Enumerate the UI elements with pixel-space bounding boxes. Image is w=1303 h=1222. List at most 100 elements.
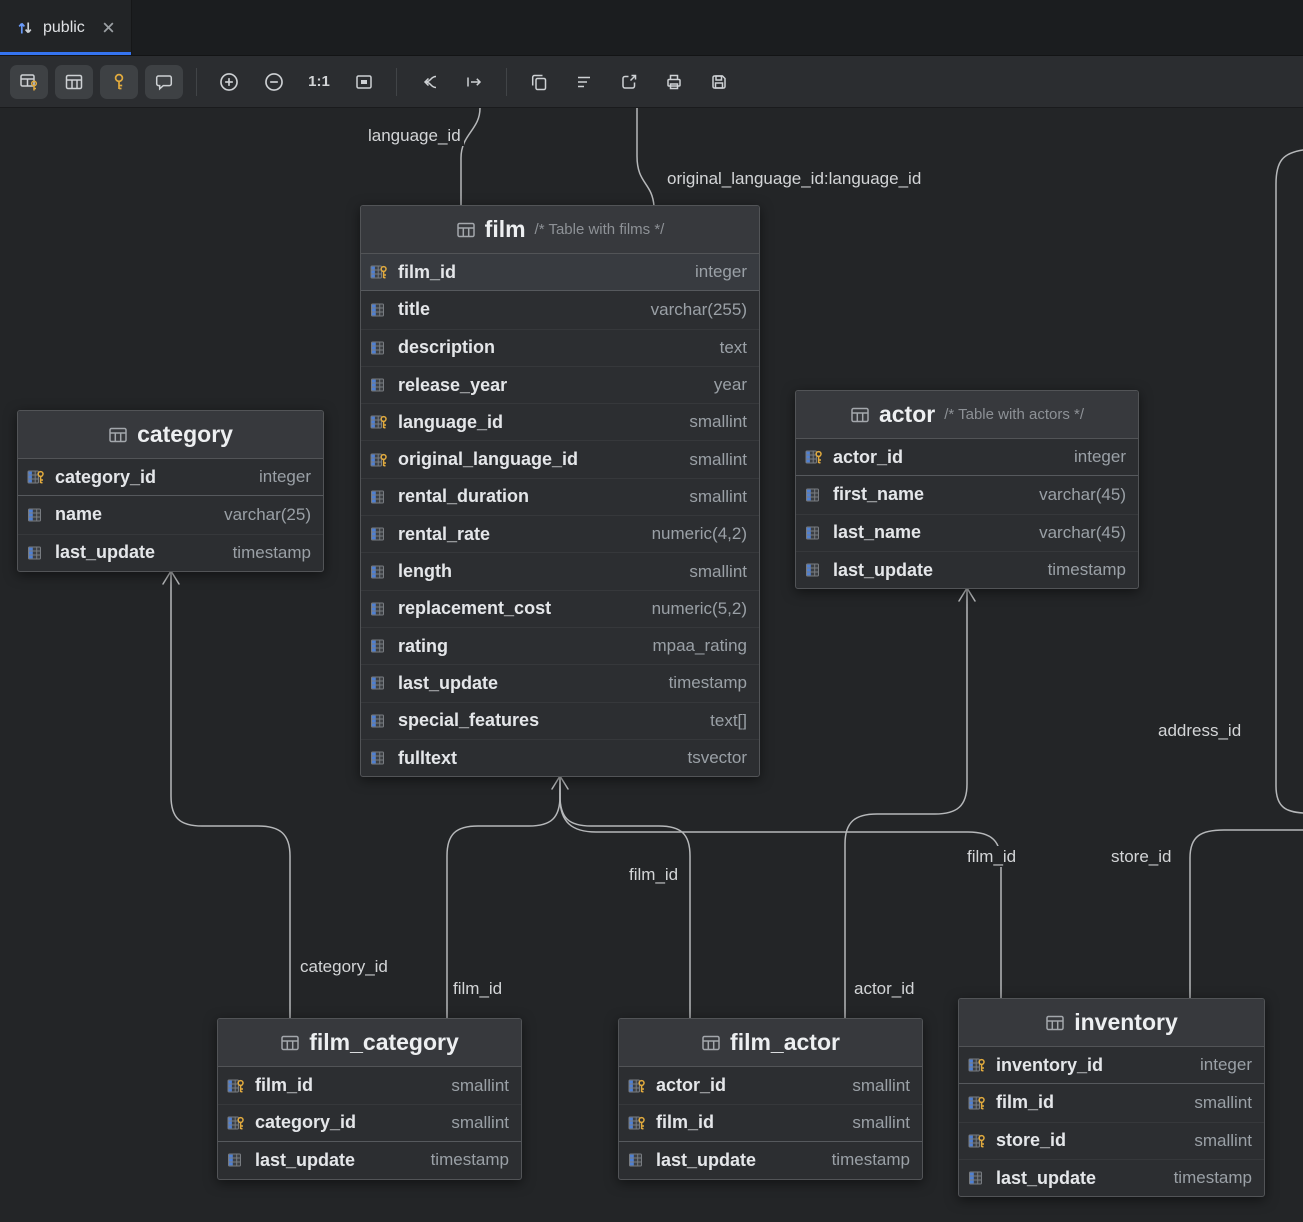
- table-film[interactable]: film/* Table with films */film_idinteger…: [360, 205, 760, 777]
- edge-arrowhead-actor: [959, 588, 975, 601]
- column-film-special_features[interactable]: special_featurestext[]: [361, 702, 759, 739]
- show-keys-button[interactable]: [100, 65, 138, 99]
- edge-label: address_id: [1155, 720, 1244, 741]
- fit-content-button[interactable]: [345, 65, 383, 99]
- column-actor-last_update[interactable]: last_updatetimestamp: [796, 551, 1138, 588]
- tab-title: public: [43, 19, 85, 37]
- edge-original_language_id:language_id: [637, 108, 654, 206]
- column-film-replacement_cost[interactable]: replacement_costnumeric(5,2): [361, 590, 759, 627]
- table-name: film: [485, 216, 526, 243]
- column-icon: [370, 750, 389, 766]
- column-film-fulltext[interactable]: fulltexttsvector: [361, 739, 759, 776]
- zoom-out-button[interactable]: [255, 65, 293, 99]
- table-category[interactable]: categorycategory_idintegernamevarchar(25…: [17, 410, 324, 572]
- table-header-film[interactable]: film/* Table with films */: [361, 206, 759, 254]
- table-header-film_actor[interactable]: film_actor: [619, 1019, 922, 1067]
- column-name: language_id: [398, 412, 503, 433]
- edge-language_id: [461, 108, 480, 206]
- column-film-release_year[interactable]: release_yearyear: [361, 366, 759, 403]
- edge-address_id: [1276, 150, 1303, 813]
- column-film-original_language_id[interactable]: original_language_idsmallint: [361, 440, 759, 477]
- apply-layout-button[interactable]: [455, 65, 493, 99]
- column-category-last_update[interactable]: last_updatetimestamp: [18, 534, 323, 571]
- column-icon: [370, 638, 389, 654]
- column-name: last_update: [833, 560, 933, 581]
- column-name: rental_duration: [398, 486, 529, 507]
- column-inventory-last_update[interactable]: last_updatetimestamp: [959, 1159, 1264, 1196]
- table-icon: [850, 406, 870, 424]
- show-key-columns-button[interactable]: [10, 65, 48, 99]
- primary-key-icon: [227, 1078, 246, 1094]
- show-comments-button[interactable]: [145, 65, 183, 99]
- column-type: integer: [1186, 1055, 1252, 1075]
- column-film_category-film_id[interactable]: film_idsmallint: [218, 1067, 521, 1104]
- show-columns-button[interactable]: [55, 65, 93, 99]
- column-type: timestamp: [417, 1150, 509, 1170]
- print-button[interactable]: [655, 65, 693, 99]
- column-inventory-inventory_id[interactable]: inventory_idinteger: [959, 1047, 1264, 1084]
- table-header-film_category[interactable]: film_category: [218, 1019, 521, 1067]
- column-type: smallint: [838, 1113, 910, 1133]
- column-film_category-last_update[interactable]: last_updatetimestamp: [218, 1142, 521, 1179]
- column-film-rating[interactable]: ratingmpaa_rating: [361, 627, 759, 664]
- column-category-category_id[interactable]: category_idinteger: [18, 459, 323, 496]
- column-film-title[interactable]: titlevarchar(255): [361, 291, 759, 328]
- table-icon: [64, 72, 84, 92]
- column-category-name[interactable]: namevarchar(25): [18, 496, 323, 533]
- table-name: inventory: [1074, 1009, 1178, 1036]
- copy-diagram-button[interactable]: [520, 65, 558, 99]
- column-icon: [27, 507, 46, 523]
- table-header-category[interactable]: category: [18, 411, 323, 459]
- save-button[interactable]: [700, 65, 738, 99]
- column-type: tsvector: [673, 748, 747, 768]
- column-film-rental_rate[interactable]: rental_ratenumeric(4,2): [361, 515, 759, 552]
- column-name: original_language_id: [398, 449, 578, 470]
- column-film_category-category_id[interactable]: category_idsmallint: [218, 1104, 521, 1141]
- table-film_category[interactable]: film_categoryfilm_idsmallintcategory_ids…: [217, 1018, 522, 1180]
- table-header-inventory[interactable]: inventory: [959, 999, 1264, 1047]
- table-header-actor[interactable]: actor/* Table with actors */: [796, 391, 1138, 439]
- column-film-film_id[interactable]: film_idinteger: [361, 254, 759, 291]
- table-name: actor: [879, 401, 935, 428]
- column-actor-actor_id[interactable]: actor_idinteger: [796, 439, 1138, 476]
- actual-size-button[interactable]: 1:1: [300, 65, 338, 99]
- column-name: special_features: [398, 710, 539, 731]
- table-icon: [1045, 1014, 1065, 1032]
- column-film_actor-film_id[interactable]: film_idsmallint: [619, 1104, 922, 1141]
- edge-label: language_id: [365, 125, 464, 146]
- column-film_actor-last_update[interactable]: last_updatetimestamp: [619, 1142, 922, 1179]
- column-film-length[interactable]: lengthsmallint: [361, 552, 759, 589]
- table-name: film_actor: [730, 1029, 840, 1056]
- column-type: smallint: [1180, 1131, 1252, 1151]
- zoom-in-button[interactable]: [210, 65, 248, 99]
- column-type: smallint: [675, 562, 747, 582]
- column-icon: [227, 1152, 246, 1168]
- column-icon: [370, 489, 389, 505]
- edge-actor_id: [845, 588, 967, 1019]
- column-film-language_id[interactable]: language_idsmallint: [361, 403, 759, 440]
- comment-icon: [154, 72, 174, 92]
- route-edges-button[interactable]: [410, 65, 448, 99]
- diagram-list-button[interactable]: [565, 65, 603, 99]
- diagram-canvas[interactable]: language_idoriginal_language_id:language…: [0, 0, 1303, 1222]
- table-actor[interactable]: actor/* Table with actors */actor_idinte…: [795, 390, 1139, 589]
- tab-close-icon[interactable]: [102, 21, 115, 34]
- export-icon: [619, 72, 639, 92]
- column-film-description[interactable]: descriptiontext: [361, 329, 759, 366]
- edge-label: store_id: [1108, 846, 1174, 867]
- column-film-rental_duration[interactable]: rental_durationsmallint: [361, 478, 759, 515]
- column-actor-last_name[interactable]: last_namevarchar(45): [796, 514, 1138, 551]
- column-actor-first_name[interactable]: first_namevarchar(45): [796, 476, 1138, 513]
- export-diagram-button[interactable]: [610, 65, 648, 99]
- edge-film_id: [560, 776, 690, 1019]
- table-inventory[interactable]: inventory inventory_idintegerfilm_idsmall…: [958, 998, 1265, 1197]
- column-inventory-store_id[interactable]: store_idsmallint: [959, 1122, 1264, 1159]
- column-film-last_update[interactable]: last_updatetimestamp: [361, 664, 759, 701]
- tab-public[interactable]: public: [0, 0, 132, 55]
- column-type: mpaa_rating: [638, 636, 747, 656]
- arrow-merge-left-icon: [419, 72, 439, 92]
- column-icon: [370, 302, 389, 318]
- table-film_actor[interactable]: film_actor actor_idsmallintfilm_idsmallin…: [618, 1018, 923, 1180]
- column-film_actor-actor_id[interactable]: actor_idsmallint: [619, 1067, 922, 1104]
- column-inventory-film_id[interactable]: film_idsmallint: [959, 1084, 1264, 1121]
